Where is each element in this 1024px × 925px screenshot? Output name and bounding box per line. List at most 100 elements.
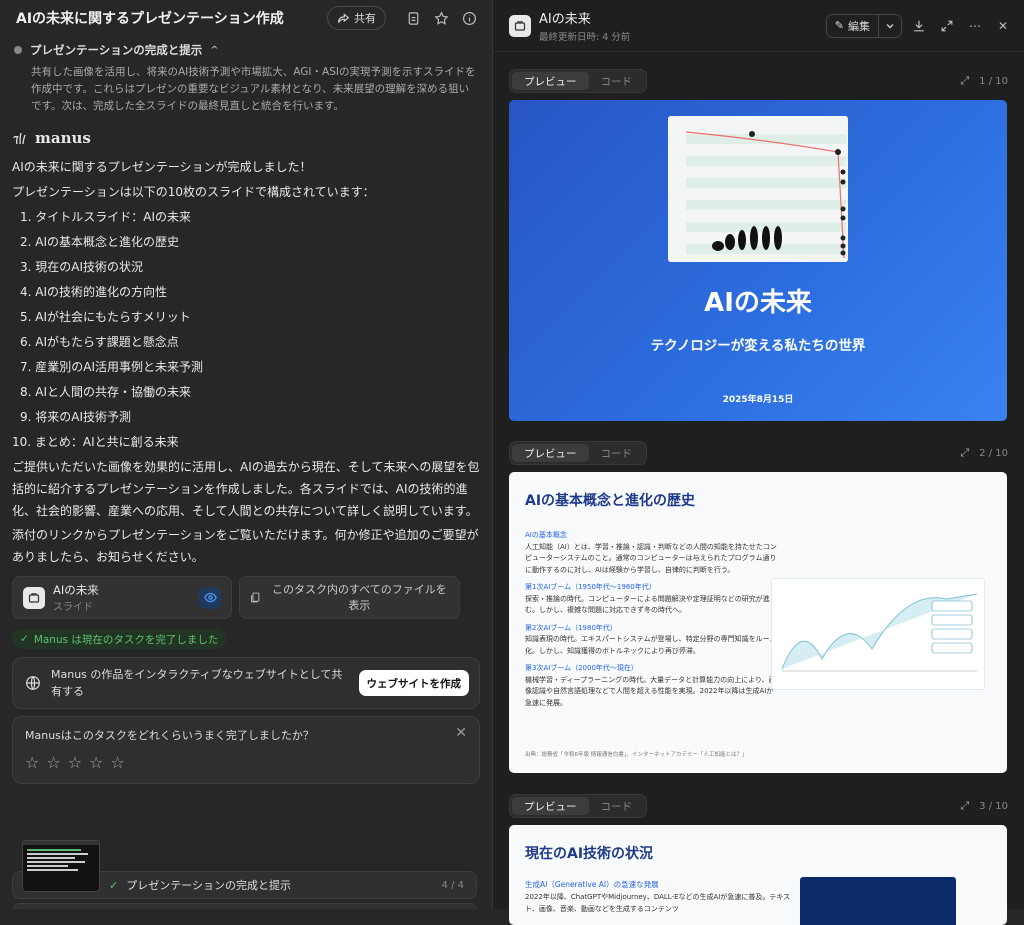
ai-timeline-image	[668, 116, 848, 262]
message-paragraph: 添付のリンクからプレゼンテーションをご覧いただけます。何か修正や追加のご要望があ…	[12, 528, 479, 564]
web-share-text: Manus の作品をインタラクティブなウェブサイトとして共有する	[51, 668, 343, 698]
slide-2-preview[interactable]: AIの基本概念と進化の歴史 AIの基本概念 人工知能（AI）とは、学習・推論・認…	[509, 472, 1007, 773]
share-button[interactable]: 共有	[327, 6, 386, 30]
star-rating-3[interactable]: ☆	[68, 753, 82, 772]
slides-file-icon	[509, 14, 531, 37]
list-item: 5. AIが社会にもたらすメリット	[20, 310, 191, 324]
task-complete-label: Manus は現在のタスクを完了しました	[33, 633, 219, 646]
all-files-button[interactable]: このタスク内のすべてのファイルを表示	[239, 576, 460, 619]
progress-count: 4 / 4	[441, 879, 464, 891]
section-text: 機械学習・ディープラーニングの時代。大量データと計算能力の向上により、画像認識や…	[525, 675, 776, 707]
ai-boom-chart-image	[771, 578, 985, 690]
view-tabs: プレビュー コード	[509, 441, 647, 465]
task-complete-badge: ✓ Manus は現在のタスクを完了しました	[12, 629, 227, 649]
attachment-cards: AIの未来 スライド このタスク内のすべてのファイルを表示	[0, 568, 492, 619]
list-item: 4. AIの技術的進化の方向性	[20, 285, 168, 299]
file-card[interactable]: AIの未来 スライド	[12, 576, 232, 619]
tab-preview[interactable]: プレビュー	[512, 797, 589, 815]
section-heading: 第2次AIブーム（1980年代）	[525, 623, 617, 632]
chevron-down-icon[interactable]	[879, 15, 901, 37]
section-heading: 第1次AIブーム（1950年代〜1960年代）	[525, 583, 656, 591]
slide-1-preview[interactable]: AIの未来 テクノロジーが変える私たちの世界 2025年8月15日	[509, 100, 1007, 421]
slide-3-title: 現在のAI技術の状況	[525, 846, 654, 862]
download-icon[interactable]	[908, 15, 930, 37]
step-title: プレゼンテーションの完成と提示	[30, 43, 203, 57]
expand-icon[interactable]: ⤢	[960, 74, 969, 88]
document-title: AIの未来	[539, 12, 591, 27]
assistant-message: AIの未来に関するプレゼンテーションが完成しました！ プレゼンテーションは以下の…	[0, 147, 492, 568]
manus-logo-icon	[13, 132, 26, 145]
view-tabs: プレビュー コード	[509, 794, 647, 818]
chat-header: AIの未来に関するプレゼンテーション作成 共有	[0, 0, 492, 36]
slide-toolbar: プレビュー コード ⤢ 1 / 10	[493, 69, 1024, 93]
list-item: 9. 将来のAI技術予測	[20, 410, 132, 424]
share-icon	[338, 12, 350, 23]
close-icon[interactable]: ✕	[455, 725, 467, 741]
slide-2-title: AIの基本概念と進化の歴史	[525, 493, 696, 509]
step-status-icon	[14, 46, 22, 54]
eye-icon[interactable]	[199, 586, 221, 609]
slide-toolbar: プレビュー コード ⤢ 3 / 10	[493, 794, 1024, 818]
list-item: 1. タイトルスライド：AIの未来	[20, 210, 192, 224]
message-lead: プレゼンテーションは以下の10枚のスライドで構成されています：	[12, 185, 375, 199]
slide-count: 1 / 10	[979, 75, 1008, 87]
last-updated: 最終更新日時: 4 分前	[539, 32, 631, 43]
pencil-icon: ✎	[834, 19, 844, 32]
rating-stars: ☆ ☆ ☆ ☆ ☆	[25, 753, 467, 772]
section-heading: 第3次AIブーム（2000年代〜現在）	[525, 664, 638, 672]
slide-2-body: AIの基本概念 人工知能（AI）とは、学習・推論・認識・判断などの人間の知能を持…	[525, 524, 778, 709]
slide-toolbar: プレビュー コード ⤢ 2 / 10	[493, 441, 1024, 465]
rating-question: Manusはこのタスクをどれくらいうまく完了しましたか？	[25, 729, 314, 742]
list-item: 6. AIがもたらす課題と懸念点	[20, 335, 179, 349]
slide-2-source: 出典：総務省「令和6年版 情報通信白書」、インターネットアカデミー「人工知能とは…	[525, 752, 748, 758]
star-rating-1[interactable]: ☆	[25, 753, 39, 772]
step-description: 共有した画像を活用し、将来のAI技術予測や市場拡大、AGI・ASIの実現予測を示…	[31, 66, 476, 112]
star-icon[interactable]	[430, 7, 452, 29]
list-item: 3. 現在のAI技術の状況	[20, 260, 144, 274]
rating-box: Manusはこのタスクをどれくらいうまく完了しましたか？ ✕ ☆ ☆ ☆ ☆ ☆	[12, 716, 480, 784]
star-rating-4[interactable]: ☆	[89, 753, 103, 772]
message-paragraph: ご提供いただいた画像を効果的に活用し、AIの過去から現在、そして未来への展望を包…	[12, 460, 480, 518]
step-header[interactable]: プレゼンテーションの完成と提示 ^	[0, 36, 492, 58]
file-type: スライド	[53, 602, 93, 613]
list-item: 7. 産業別のAI活用事例と未来予測	[20, 360, 204, 374]
more-icon[interactable]: ⋯	[964, 15, 986, 37]
chat-panel: AIの未来に関するプレゼンテーション作成 共有 プレゼンテーションの完成と提示 …	[0, 0, 493, 909]
brand-name: manus	[35, 129, 91, 147]
section-text: 2022年以降、ChatGPTやMidjourney、DALL-Eなどの生成AI…	[525, 893, 791, 913]
chat-input-edge	[12, 903, 477, 909]
info-icon[interactable]	[458, 7, 480, 29]
section-heading: 生成AI（Generative AI）の急速な発展	[525, 880, 659, 889]
slide-3-preview[interactable]: 現在のAI技術の状況 生成AI（Generative AI）の急速な発展 202…	[509, 825, 1007, 925]
edit-label: 編集	[848, 19, 870, 33]
file-name: AIの未来	[53, 583, 99, 597]
star-rating-5[interactable]: ☆	[110, 753, 124, 772]
tab-code[interactable]: コード	[589, 72, 645, 90]
expand-icon[interactable]	[936, 15, 958, 37]
edit-button[interactable]: ✎ 編集	[825, 13, 902, 38]
tab-code[interactable]: コード	[589, 444, 645, 462]
expand-icon[interactable]: ⤢	[960, 799, 969, 813]
slide-count: 2 / 10	[979, 447, 1008, 459]
expand-icon[interactable]: ⤢	[960, 446, 969, 460]
section-heading: AIの基本概念	[525, 531, 567, 539]
close-icon[interactable]: ✕	[992, 15, 1014, 37]
preview-header: AIの未来 最終更新日時: 4 分前 ✎ 編集 ⋯ ✕	[493, 0, 1024, 52]
slide-list: 1. タイトルスライド：AIの未来 2. AIの基本概念と進化の歴史 3. 現在…	[12, 205, 480, 455]
list-item: 10. まとめ：AIと共に創る未来	[12, 435, 179, 449]
star-rating-2[interactable]: ☆	[46, 753, 60, 772]
section-text: 人工知能（AI）とは、学習・推論・認識・判断などの人間の知能を持たせたコンピュー…	[525, 542, 777, 574]
tab-code[interactable]: コード	[589, 797, 645, 815]
chevron-up-icon: ^	[210, 44, 219, 56]
files-icon	[250, 592, 260, 603]
ai-banner-image	[800, 877, 956, 925]
create-website-button[interactable]: ウェブサイトを作成	[358, 670, 469, 696]
file-icon[interactable]	[402, 7, 424, 29]
tab-preview[interactable]: プレビュー	[512, 72, 589, 90]
slide-1-title: AIの未来	[704, 288, 812, 318]
section-text: 探索・推論の時代。コンピューターによる問題解決や定理証明などの研究が進む。しかし…	[525, 594, 770, 615]
check-icon: ✓	[20, 633, 29, 645]
slide-count: 3 / 10	[979, 800, 1008, 812]
terminal-thumbnail[interactable]	[22, 840, 100, 892]
tab-preview[interactable]: プレビュー	[512, 444, 589, 462]
